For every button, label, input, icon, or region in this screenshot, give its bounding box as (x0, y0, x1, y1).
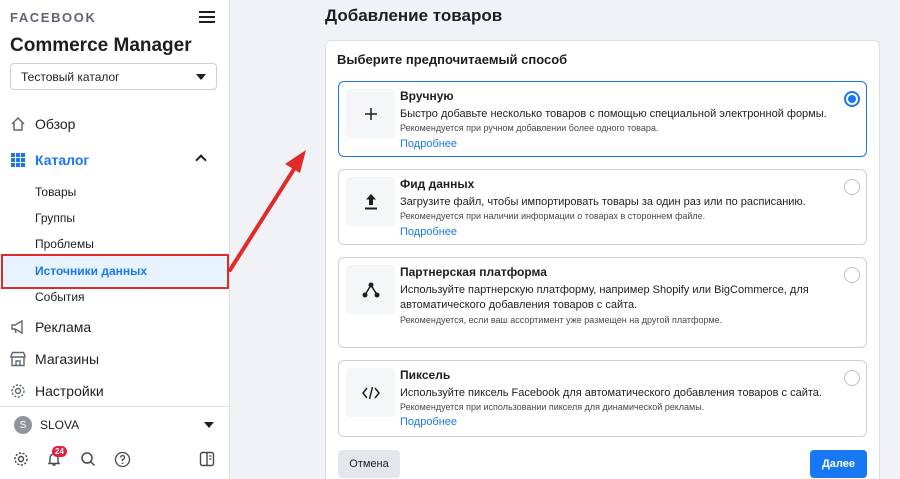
next-button[interactable]: Далее (810, 450, 867, 478)
caret-down-icon (196, 74, 206, 80)
catalog-selector-value: Тестовый каталог (21, 70, 120, 84)
option-note: Рекомендуется, если ваш ассортимент уже … (400, 315, 723, 325)
page-title: Добавление товаров (325, 6, 503, 25)
sidebar-item-products[interactable]: Товары (35, 185, 76, 201)
nav-settings-label: Настройки (35, 383, 104, 399)
panel-heading: Выберите предпочитаемый способ (337, 52, 568, 67)
nav-shops[interactable]: Магазины (10, 349, 99, 369)
option-manual[interactable]: Вручную Быстро добавьте несколько товаро… (338, 81, 867, 157)
option-note: Рекомендуется при наличии информации о т… (400, 211, 706, 221)
avatar: S (14, 416, 32, 434)
nav-ads[interactable]: Реклама (10, 317, 91, 337)
option-title: Пиксель (400, 368, 451, 382)
plus-icon (346, 89, 395, 138)
search-icon[interactable] (79, 450, 97, 468)
gear-icon (10, 383, 26, 399)
option-title: Партнерская платформа (400, 265, 547, 279)
sidebar-item-groups[interactable]: Группы (35, 211, 75, 227)
option-note: Рекомендуется при ручном добавлении боле… (400, 123, 659, 133)
nav-ads-label: Реклама (35, 319, 92, 335)
option-description: Быстро добавьте несколько товаров с помо… (400, 108, 827, 120)
home-icon (10, 116, 26, 132)
annotation-highlight-box (1, 254, 229, 289)
option-radio[interactable] (844, 267, 860, 283)
option-radio[interactable] (844, 91, 860, 107)
account-switcher[interactable]: S SLOVA (14, 416, 79, 434)
settings-gear-icon[interactable] (12, 450, 30, 468)
option-title: Вручную (400, 89, 454, 103)
option-radio[interactable] (844, 370, 860, 386)
option-learn-more-link[interactable]: Подробнее (400, 138, 457, 150)
nav-overview-label: Обзор (35, 116, 76, 132)
shop-icon (10, 351, 26, 367)
notification-badge: 24 (52, 446, 67, 457)
option-learn-more-link[interactable]: Подробнее (400, 416, 457, 428)
option-title: Фид данных (400, 177, 475, 191)
menu-icon[interactable] (199, 11, 215, 24)
option-data-feed[interactable]: Фид данных Загрузите файл, чтобы импорти… (338, 169, 867, 245)
grid-icon (10, 152, 26, 168)
share-nodes-icon (346, 265, 395, 314)
nav-catalog[interactable]: Каталог (10, 150, 89, 170)
app-title: Commerce Manager (10, 35, 192, 56)
help-icon[interactable] (113, 450, 131, 468)
brand-logo: FACEBOOK (10, 10, 97, 25)
nav-shops-label: Магазины (35, 351, 100, 367)
option-radio[interactable] (844, 179, 860, 195)
account-name: SLOVA (40, 418, 80, 432)
caret-down-icon[interactable] (204, 422, 214, 428)
sidebar: FACEBOOK Commerce Manager Тестовый катал… (0, 0, 230, 479)
panel-toggle-icon[interactable] (198, 450, 216, 468)
option-partner-platform[interactable]: Партнерская платформа Используйте партне… (338, 257, 867, 348)
option-description: Используйте партнерскую платформу, напри… (400, 284, 809, 311)
catalog-selector[interactable]: Тестовый каталог (10, 63, 217, 90)
option-learn-more-link[interactable]: Подробнее (400, 226, 457, 238)
chevron-up-icon[interactable] (195, 154, 207, 166)
megaphone-icon (10, 319, 26, 335)
option-description: Используйте пиксель Facebook для автомат… (400, 387, 822, 399)
sidebar-item-problems[interactable]: Проблемы (35, 237, 94, 253)
sidebar-divider (0, 406, 229, 407)
sidebar-item-events[interactable]: События (35, 290, 85, 306)
nav-settings[interactable]: Настройки (10, 381, 104, 401)
option-description: Загрузите файл, чтобы импортировать това… (400, 196, 806, 208)
code-icon (346, 368, 395, 417)
nav-overview[interactable]: Обзор (10, 114, 75, 134)
nav-catalog-label: Каталог (35, 152, 90, 168)
cancel-button[interactable]: Отмена (338, 450, 400, 478)
option-note: Рекомендуется при использовании пикселя … (400, 402, 705, 412)
option-pixel[interactable]: Пиксель Используйте пиксель Facebook для… (338, 360, 867, 437)
upload-icon (346, 177, 395, 226)
bottom-toolbar: 24 (12, 446, 217, 470)
